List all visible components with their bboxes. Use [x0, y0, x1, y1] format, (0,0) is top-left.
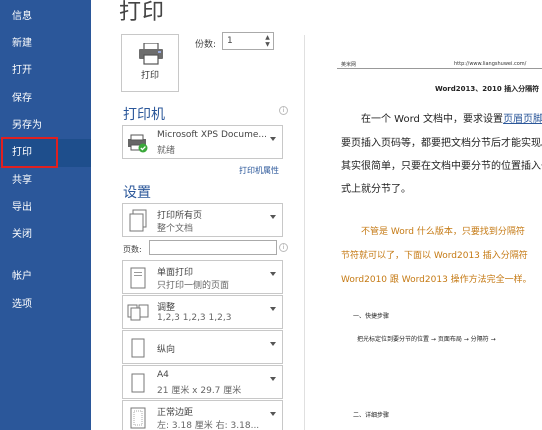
collate-desc: 1,2,3 1,2,3 1,2,3 — [157, 313, 232, 323]
preview-doc-title: Word2013、2010 插入分隔符（分节符 — [435, 85, 542, 93]
nav-open[interactable]: 打开 — [0, 57, 91, 85]
chevron-down-icon — [270, 412, 276, 416]
collate-value: 调整 — [157, 303, 176, 313]
nav-info[interactable]: 信息 — [0, 3, 91, 31]
portrait-icon — [131, 338, 145, 358]
chevron-down-icon — [270, 137, 276, 141]
nav-export[interactable]: 导出 — [0, 194, 91, 222]
print-panel: 打印 打印 份数: 1 ▲ ▼ 打印机 i Microsoft XPS Docum… — [91, 0, 542, 430]
printer-properties-link[interactable]: 打印机属性 — [239, 165, 279, 176]
margins-value: 正常边距 — [157, 408, 194, 418]
backstage-sidebar: 信息 新建 打开 保存 另存为 打印 共享 导出 关闭 帐户 选项 — [0, 0, 91, 430]
pages-icon — [129, 209, 147, 232]
nav-options[interactable]: 选项 — [0, 291, 91, 319]
orientation-value: 纵向 — [157, 345, 176, 355]
collate-icon — [127, 304, 149, 321]
paper-icon — [131, 373, 145, 393]
chevron-down-icon — [270, 272, 276, 276]
printer-status: 就绪 — [157, 146, 176, 156]
preview-highlight-line: 不管是 Word 什么版本，只要找到分隔符 — [361, 227, 525, 237]
nav-share[interactable]: 共享 — [0, 167, 91, 195]
chevron-down-icon — [270, 342, 276, 346]
collate-dropdown[interactable]: 调整 1,2,3 1,2,3 1,2,3 — [122, 295, 283, 329]
preview-highlight-line: 节符就可以了，下面以 Word2013 插入分隔符 — [341, 251, 528, 261]
sides-value: 单面打印 — [157, 268, 194, 278]
paper-size-desc: 21 厘米 x 29.7 厘米 — [157, 386, 242, 396]
chevron-down-icon — [270, 215, 276, 219]
info-icon[interactable]: i — [279, 243, 288, 252]
printer-name: Microsoft XPS Docume... — [157, 130, 267, 140]
paper-size-value: A4 — [157, 370, 169, 380]
print-button-label: 打印 — [140, 71, 159, 81]
preview-highlight-line: Word2010 跟 Word2013 操作方法完全一样。 — [341, 275, 532, 285]
pages-input[interactable] — [149, 240, 277, 255]
nav-new[interactable]: 新建 — [0, 30, 91, 58]
panel-divider — [304, 35, 305, 430]
nav-save-as[interactable]: 另存为 — [0, 112, 91, 140]
pages-label: 页数: — [123, 245, 142, 254]
copies-label: 份数: — [195, 40, 217, 50]
preview-step-heading: 二、详细步骤 — [353, 412, 390, 419]
print-range-desc: 整个文档 — [157, 224, 194, 234]
preview-paragraph-line: 其实很简单，只要在文档中要分节的位置插入一 — [341, 161, 542, 172]
print-preview: 英米网 http://www.liangshuwei.com/ Word2013… — [317, 28, 542, 430]
preview-step-text: 把光标定位到要分节的位置 → 页面布局 → 分隔符 → — [357, 336, 496, 343]
nav-close[interactable]: 关闭 — [0, 221, 91, 249]
orientation-dropdown[interactable]: 纵向 — [122, 330, 283, 364]
preview-header-rule — [337, 68, 542, 69]
settings-heading: 设置 — [123, 185, 151, 201]
nav-account[interactable]: 帐户 — [0, 263, 91, 291]
nav-save[interactable]: 保存 — [0, 85, 91, 113]
printer-ready-icon — [128, 134, 148, 153]
margins-icon — [130, 407, 146, 429]
preview-header-left: 英米网 — [341, 62, 357, 68]
preview-header-right: http://www.liangshuwei.com/ — [454, 61, 527, 67]
margins-dropdown[interactable]: 正常边距 左: 3.18 厘米 右: 3.18... — [122, 400, 283, 430]
copies-value: 1 — [227, 36, 233, 46]
copies-input[interactable]: 1 ▲ ▼ — [222, 32, 274, 50]
preview-paragraph-line: 要页插入页码等，都要把文档分节后才能实现。 — [341, 138, 542, 149]
single-side-icon — [130, 267, 146, 289]
print-range-dropdown[interactable]: 打印所有页 整个文档 — [122, 203, 283, 237]
paper-size-dropdown[interactable]: A4 21 厘米 x 29.7 厘米 — [122, 365, 283, 399]
margins-desc: 左: 3.18 厘米 右: 3.18... — [157, 421, 260, 430]
preview-paragraph-line: 在一个 Word 文档中，要求设置页眉页脚的 — [361, 114, 542, 125]
preview-step-heading: 一、快捷步骤 — [353, 313, 390, 320]
print-range-value: 打印所有页 — [157, 211, 203, 221]
printer-icon — [139, 43, 163, 65]
copies-spinner[interactable]: ▲ ▼ — [263, 34, 272, 48]
page-title: 打印 — [119, 0, 166, 25]
printer-heading: 打印机 — [123, 107, 165, 123]
chevron-down-icon — [270, 377, 276, 381]
printer-dropdown[interactable]: Microsoft XPS Docume... 就绪 — [122, 125, 283, 159]
print-button[interactable]: 打印 — [121, 34, 179, 92]
nav-print[interactable]: 打印 — [0, 139, 91, 167]
chevron-down-icon — [270, 307, 276, 311]
sides-desc: 只打印一侧的页面 — [157, 281, 230, 291]
info-icon[interactable]: i — [279, 106, 288, 115]
preview-paragraph-line: 式上就分节了。 — [341, 184, 411, 195]
sides-dropdown[interactable]: 单面打印 只打印一侧的页面 — [122, 260, 283, 294]
